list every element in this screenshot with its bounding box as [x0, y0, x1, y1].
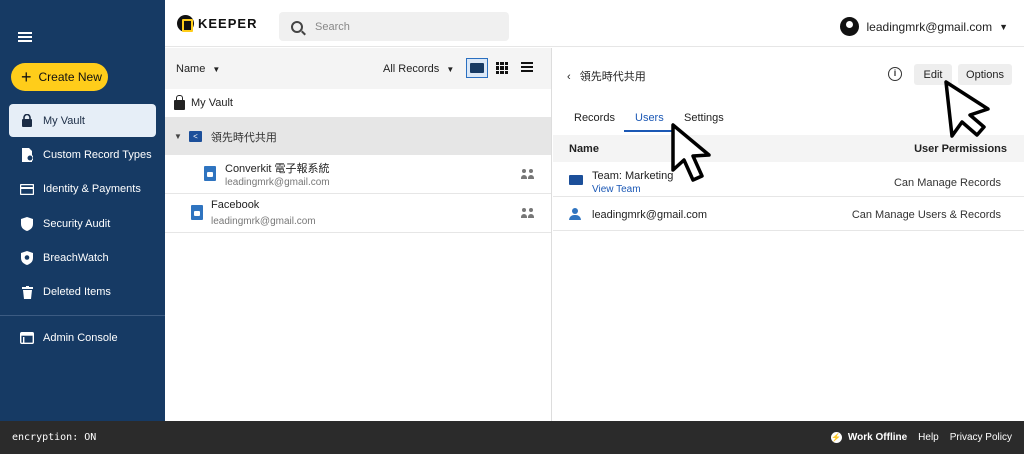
info-icon[interactable]: i: [888, 67, 902, 81]
table-row[interactable]: Team: Marketing View Team Can Manage Rec…: [553, 163, 1024, 197]
chevron-down-icon: ▼: [212, 64, 221, 74]
back-button[interactable]: ‹ 領先時代共用: [567, 68, 646, 84]
status-bar: encryption: ON ⚡ Work Offline Help Priva…: [0, 421, 1024, 454]
plus-icon: +: [21, 67, 32, 87]
account-email: leadingmrk@gmail.com: [866, 19, 993, 34]
sidebar-nav: My Vault Custom Record Types Identity & …: [0, 104, 165, 356]
my-vault-row[interactable]: My Vault: [165, 89, 551, 118]
sidebar-item-label: Custom Record Types: [43, 148, 152, 161]
shared-users-icon: [521, 208, 535, 218]
sidebar-item-label: BreachWatch: [43, 252, 109, 265]
sidebar-item-label: Identity & Payments: [43, 183, 141, 196]
footer-links: ⚡ Work Offline Help Privacy Policy: [820, 432, 1012, 443]
record-list-panel: Name ▼ All Records ▼ My Vault ▼ < 領先時代共用…: [165, 48, 552, 421]
list-view-button[interactable]: [516, 58, 538, 78]
team-icon: [569, 175, 583, 185]
record-title: Converkit 電子報系統: [225, 163, 330, 175]
sidebar-item-label: Admin Console: [43, 332, 118, 345]
row-name: Team: Marketing: [592, 170, 674, 182]
create-new-label: Create New: [38, 70, 102, 84]
menu-icon[interactable]: [18, 32, 32, 42]
avatar-icon: [839, 17, 859, 36]
record-icon: [191, 205, 203, 220]
tab-users[interactable]: Users: [635, 112, 664, 124]
list-icon: [521, 62, 533, 74]
table-row[interactable]: leadingmrk@gmail.com Can Manage Users & …: [553, 197, 1024, 231]
console-icon: [20, 331, 34, 345]
brand-name: KEEPER: [198, 16, 258, 31]
chevron-left-icon: ‹: [567, 71, 571, 83]
help-link[interactable]: Help: [918, 432, 939, 443]
sidebar: + Create New My Vault Custom Record Type…: [0, 0, 165, 421]
shield-icon: [20, 216, 34, 231]
search-icon: [291, 20, 303, 33]
account-menu[interactable]: leadingmrk@gmail.com ▼: [839, 17, 1008, 36]
search-input[interactable]: Search: [279, 12, 509, 41]
work-offline-link[interactable]: Work Offline: [848, 432, 907, 443]
record-title: Facebook: [211, 199, 260, 211]
create-new-button[interactable]: + Create New: [11, 63, 108, 91]
sort-label: Name: [176, 62, 206, 75]
chevron-down-icon: ▼: [999, 21, 1008, 32]
list-toolbar: Name ▼ All Records ▼: [165, 48, 551, 89]
sidebar-item-breachwatch[interactable]: BreachWatch: [9, 242, 156, 275]
sidebar-divider: [0, 314, 165, 316]
filter-dropdown[interactable]: All Records ▼: [383, 63, 454, 75]
credit-card-icon: [20, 182, 34, 196]
active-tab-indicator: [624, 130, 672, 132]
encryption-status: encryption: ON: [12, 432, 97, 443]
user-icon: [569, 208, 581, 220]
lock-icon: [174, 94, 185, 110]
my-vault-label: My Vault: [191, 97, 233, 109]
folder-title: 領先時代共用: [579, 71, 646, 83]
lock-icon: [20, 114, 34, 128]
cursor-arrow-icon: [671, 123, 711, 182]
keeper-logo: KEEPER: [177, 15, 257, 32]
column-permissions: User Permissions: [914, 142, 1007, 155]
tab-records[interactable]: Records: [574, 112, 615, 124]
sidebar-item-label: My Vault: [43, 114, 85, 127]
grid-view-button[interactable]: [491, 58, 513, 78]
top-bar: KEEPER Search leadingmrk@gmail.com ▼: [165, 0, 1024, 47]
row-permission: Can Manage Records: [893, 177, 1001, 189]
shared-folder-row[interactable]: ▼ < 領先時代共用: [165, 118, 551, 155]
chevron-down-icon: ▼: [174, 132, 182, 141]
sidebar-item-label: Security Audit: [43, 217, 111, 230]
row-permission: Can Manage Users & Records: [851, 209, 1001, 221]
view-team-link[interactable]: View Team: [592, 184, 641, 195]
list-item[interactable]: Converkit 電子報系統 leadingmrk@gmail.com: [165, 155, 551, 194]
sidebar-item-deleted-items[interactable]: Deleted Items: [9, 276, 156, 309]
folder-icon: [470, 63, 484, 73]
breachwatch-icon: [20, 251, 34, 266]
row-name: leadingmrk@gmail.com: [592, 209, 708, 221]
trash-icon: [20, 285, 34, 299]
shared-folder-name: 領先時代共用: [210, 131, 277, 144]
sidebar-item-security-audit[interactable]: Security Audit: [9, 207, 156, 240]
shared-folder-icon: <: [188, 131, 202, 142]
sidebar-item-admin-console[interactable]: Admin Console: [9, 322, 156, 355]
sidebar-item-identity-payments[interactable]: Identity & Payments: [9, 173, 156, 206]
record-icon: [204, 166, 216, 181]
sort-dropdown[interactable]: Name ▼: [176, 63, 220, 75]
folder-view-button[interactable]: [466, 58, 488, 78]
filter-label: All Records: [383, 62, 440, 75]
list-item[interactable]: Facebook leadingmrk@gmail.com: [165, 194, 551, 233]
cursor-arrow-icon: [944, 80, 990, 138]
grid-icon: [496, 62, 508, 74]
chevron-down-icon: ▼: [446, 64, 455, 74]
privacy-policy-link[interactable]: Privacy Policy: [950, 432, 1012, 443]
sidebar-item-my-vault[interactable]: My Vault: [9, 104, 156, 137]
record-login: leadingmrk@gmail.com: [211, 216, 316, 227]
record-login: leadingmrk@gmail.com: [225, 177, 330, 188]
sidebar-item-custom-record-types[interactable]: Custom Record Types: [9, 138, 156, 171]
sidebar-item-label: Deleted Items: [43, 286, 111, 299]
column-name: Name: [569, 142, 599, 155]
keeper-logo-icon: [177, 15, 194, 32]
record-type-icon: [20, 147, 34, 162]
search-placeholder: Search: [315, 20, 350, 33]
lightning-icon: ⚡: [830, 432, 842, 443]
shared-users-icon: [521, 169, 535, 179]
